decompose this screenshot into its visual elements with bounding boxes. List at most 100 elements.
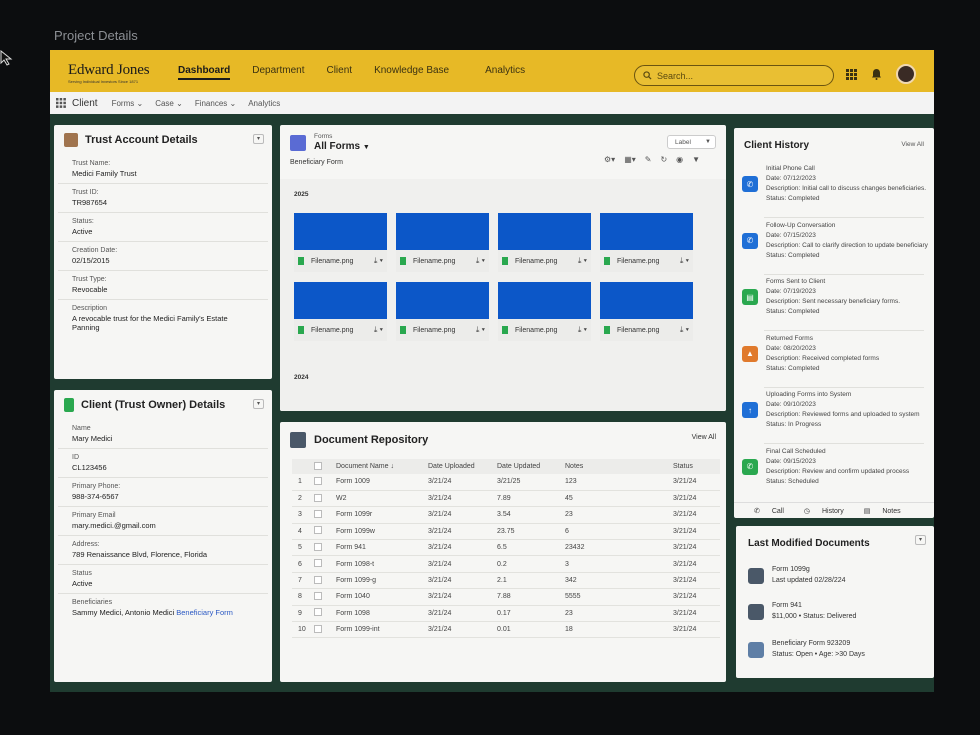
file-thumbnail[interactable] [498,282,591,319]
table-row[interactable]: 6 Form 1098-t 3/21/24 0.2 3 3/21/24 [292,555,720,573]
avatar[interactable] [896,64,916,84]
history-item[interactable]: ✆ Follow-Up Conversation Date: 07/15/2023 D… [742,221,928,261]
download-icon[interactable]: ⤓ ▾ [374,325,383,335]
file-tile[interactable]: Filename.png ⤓ ▾ [600,213,693,272]
edit-icon[interactable]: ✎ [645,155,652,164]
row-checkbox[interactable] [314,490,336,508]
nav-department[interactable]: Department [252,65,304,80]
download-icon[interactable]: ⤓ ▾ [680,256,689,266]
bell-icon[interactable] [871,68,882,80]
history-item[interactable]: ▤ Forms Sent to Client Date: 07/19/2023 Des… [742,277,900,317]
last-modified-item[interactable]: Form 1099g Last updated 02/28/224 [748,564,846,586]
history-item[interactable]: ✆ Initial Phone Call Date: 07/12/2023 Descr… [742,164,926,204]
table-view-icon[interactable]: ▦▾ [624,155,636,164]
history-view-all[interactable]: View All [901,141,924,148]
last-modified-menu-button[interactable]: ▾ [915,535,926,545]
trust-account-menu-button[interactable]: ▾ [253,134,264,144]
column-document-name[interactable]: Document Name ↓ [336,459,428,474]
subnav-analytics[interactable]: Analytics [248,99,280,108]
subnav-forms[interactable]: Forms ⌄ [112,99,144,108]
checkbox[interactable] [314,476,322,485]
table-row[interactable]: 10 Form 1099-int 3/21/24 0.01 18 3/21/24 [292,621,720,639]
beneficiary-form-link[interactable]: Beneficiary Form [176,608,233,617]
row-checkbox[interactable] [314,621,336,639]
grid-icon[interactable] [846,68,857,80]
column-status[interactable]: Status [673,459,720,474]
file-thumbnail[interactable] [396,282,489,319]
checkbox[interactable] [314,591,322,600]
row-checkbox[interactable] [314,572,336,590]
table-row[interactable]: 9 Form 1098 3/21/24 0.17 23 3/21/24 [292,605,720,623]
row-checkbox[interactable] [314,555,336,573]
download-icon[interactable]: ⤓ ▾ [680,325,689,335]
download-icon[interactable]: ⤓ ▾ [374,256,383,266]
file-tile[interactable]: Filename.png ⤓ ▾ [294,213,387,272]
client-details-menu-button[interactable]: ▾ [253,399,264,409]
settings-icon[interactable]: ⚙▾ [604,155,615,164]
file-thumbnail[interactable] [294,213,387,250]
search-input[interactable] [657,70,817,81]
checkbox[interactable] [314,542,322,551]
checkbox[interactable] [314,624,322,633]
file-tile[interactable]: Filename.png ⤓ ▾ [498,213,591,272]
row-checkbox[interactable] [314,539,336,557]
nav-client[interactable]: Client [326,65,352,80]
download-icon[interactable]: ⤓ ▾ [578,256,587,266]
row-checkbox[interactable] [314,474,336,491]
file-tile[interactable]: Filename.png ⤓ ▾ [294,282,387,341]
subnav-client[interactable]: Client [72,98,98,109]
file-tile[interactable]: Filename.png ⤓ ▾ [498,282,591,341]
table-row[interactable]: 8 Form 1040 3/21/24 7.88 5555 3/21/24 [292,588,720,606]
file-thumbnail[interactable] [600,213,693,250]
row-checkbox[interactable] [314,506,336,524]
search-box[interactable] [634,65,834,86]
checkbox[interactable] [314,559,322,568]
history-item[interactable]: ✆ Final Call Scheduled Date: 09/15/2023 Des… [742,447,909,487]
file-tile[interactable]: Filename.png ⤓ ▾ [600,282,693,341]
table-row[interactable]: 4 Form 1099w 3/21/24 23.75 6 3/21/24 [292,523,720,541]
filter-icon[interactable]: ▼ [692,155,700,164]
checkbox[interactable] [314,575,322,584]
file-thumbnail[interactable] [600,282,693,319]
refresh-icon[interactable]: ↻ [660,155,667,164]
checkbox[interactable] [314,608,322,617]
table-row[interactable]: 7 Form 1099-g 3/21/24 2.1 342 3/21/24 [292,572,720,590]
download-icon[interactable]: ⤓ ▾ [578,325,587,335]
brand-logo[interactable]: Edward Jones [68,62,150,79]
app-launcher-icon[interactable] [56,98,66,108]
file-thumbnail[interactable] [498,213,591,250]
row-checkbox[interactable] [314,588,336,606]
checkbox[interactable] [314,461,322,470]
file-thumbnail[interactable] [396,213,489,250]
tab-notes[interactable]: ▤ Notes [854,507,901,515]
table-row[interactable]: 1 Form 1009 3/21/24 3/21/25 123 3/21/24 [292,474,720,491]
last-modified-item[interactable]: Form 941 $11,000 • Status: Delivered [748,600,856,622]
tab-history[interactable]: ◷ History [794,507,844,515]
last-modified-item[interactable]: Beneficiary Form 923209 Status: Open • Ag… [748,638,865,660]
nav-analytics[interactable]: Analytics [485,65,525,80]
row-checkbox[interactable] [314,523,336,541]
checkbox[interactable] [314,526,322,535]
history-item[interactable]: ▲ Returned Forms Date: 08/20/2023 Descripti… [742,334,879,374]
label-dropdown[interactable]: Label ▼ [667,135,716,149]
column-date-uploaded[interactable]: Date Uploaded [428,459,497,474]
table-row[interactable]: 3 Form 1099r 3/21/24 3.54 23 3/21/24 [292,506,720,524]
file-thumbnail[interactable] [294,282,387,319]
history-item[interactable]: ↑ Uploading Forms into System Date: 09/10/… [742,390,920,430]
column-notes[interactable]: Notes [565,459,673,474]
download-icon[interactable]: ⤓ ▾ [476,256,485,266]
file-tile[interactable]: Filename.png ⤓ ▾ [396,213,489,272]
download-icon[interactable]: ⤓ ▾ [476,325,485,335]
row-checkbox[interactable] [314,605,336,623]
table-row[interactable]: 5 Form 941 3/21/24 6.5 23432 3/21/24 [292,539,720,557]
repository-view-all[interactable]: View All [692,434,716,441]
nav-dashboard[interactable]: Dashboard [178,65,231,80]
gear-icon[interactable]: ◉ [676,155,683,164]
file-tile[interactable]: Filename.png ⤓ ▾ [396,282,489,341]
nav-knowledge-base[interactable]: Knowledge Base [374,65,449,80]
subnav-finances[interactable]: Finances ⌄ [195,99,236,108]
table-row[interactable]: 2 W2 3/21/24 7.89 45 3/21/24 [292,490,720,508]
subnav-case[interactable]: Case ⌄ [155,99,183,108]
checkbox[interactable] [314,493,322,502]
tab-call[interactable]: ✆ Call [744,507,784,515]
